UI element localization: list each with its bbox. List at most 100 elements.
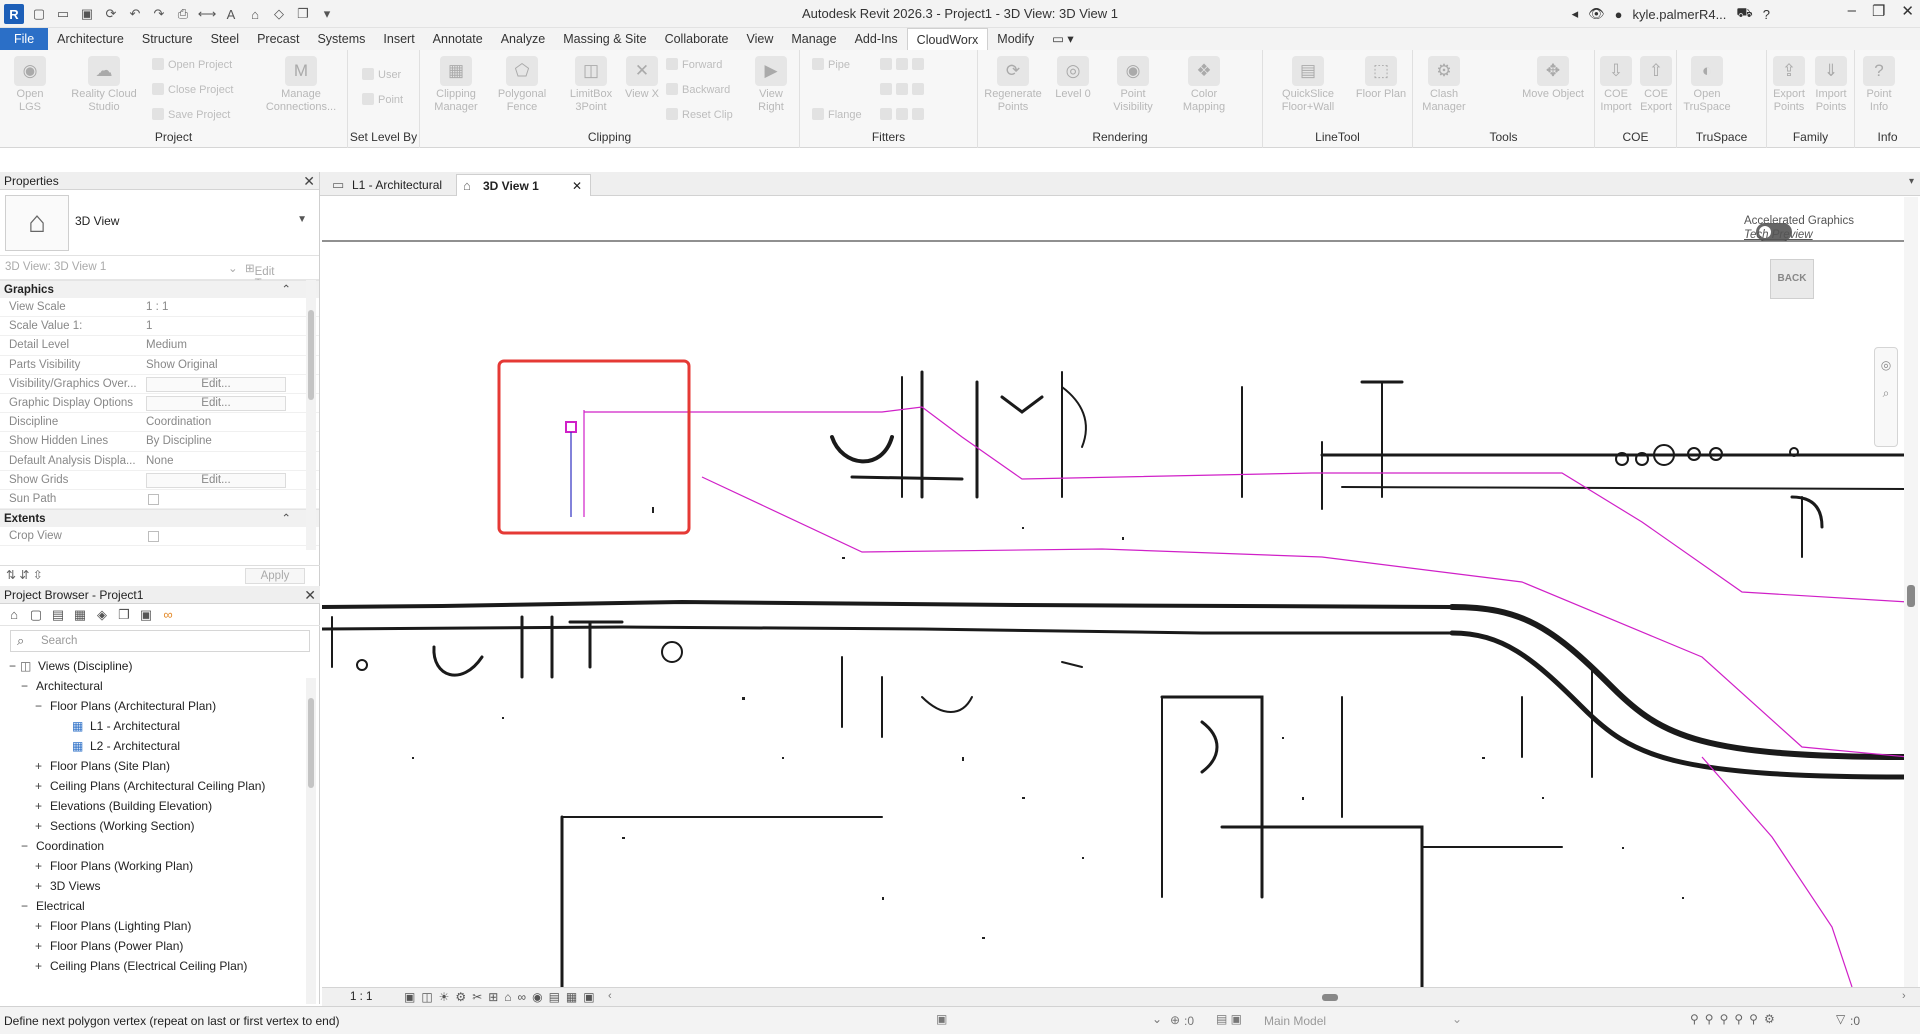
clash-manager-button[interactable]: ⚙ Clash Manager: [1417, 56, 1471, 114]
group-graphics[interactable]: Graphics ⌃: [0, 280, 319, 298]
ribbon-tab-manage[interactable]: Manage: [782, 28, 845, 50]
regenerate-points-button[interactable]: ⟳ Regenerate Points: [978, 56, 1048, 114]
reset-clip-button[interactable]: Reset Clip: [666, 108, 733, 121]
collapse-icon[interactable]: −: [35, 696, 45, 716]
minimize-icon[interactable]: –: [1848, 2, 1856, 20]
edit-button[interactable]: Edit...: [146, 395, 286, 411]
ribbon-tab-annotate[interactable]: Annotate: [424, 28, 492, 50]
browser-tree-item[interactable]: − ◫ Views (Discipline): [0, 656, 320, 676]
links-icon[interactable]: ▣: [138, 607, 154, 623]
browser-tree-item[interactable]: − Floor Plans (Architectural Plan): [0, 696, 320, 716]
backward-button[interactable]: Backward: [666, 83, 730, 96]
browser-tree-item[interactable]: + Elevations (Building Elevation): [0, 796, 320, 816]
expand-icon[interactable]: +: [35, 916, 45, 936]
ribbon-tab-view[interactable]: View: [738, 28, 783, 50]
tab-overflow-icon[interactable]: ▾: [1909, 176, 1914, 187]
expand-icon[interactable]: +: [35, 936, 45, 956]
sun-path-checkbox[interactable]: [148, 493, 159, 505]
design-options-icon[interactable]: ▤ ▣: [1216, 1012, 1242, 1026]
export-points-button[interactable]: ⇪ Export Points: [1769, 56, 1809, 114]
limitbox-button[interactable]: ◫ LimitBox 3Point: [558, 56, 624, 114]
expand-icon[interactable]: +: [35, 956, 45, 976]
sheets-icon[interactable]: ▤: [50, 607, 66, 623]
families-icon[interactable]: ◈: [94, 607, 110, 623]
edit-button[interactable]: Edit...: [146, 472, 286, 488]
close-icon[interactable]: ✕: [1901, 2, 1914, 20]
close-project-button[interactable]: Close Project: [152, 83, 233, 96]
browser-close-icon[interactable]: ✕: [304, 586, 316, 604]
scroll-left-icon[interactable]: ‹: [608, 990, 612, 1002]
steering-wheel-icon[interactable]: ◎: [1875, 358, 1897, 372]
filter-icon[interactable]: ▽: [1836, 1012, 1845, 1026]
expand-icon[interactable]: +: [35, 756, 45, 776]
color-mapping-button[interactable]: ❖ Color Mapping: [1176, 56, 1232, 114]
view-right-button[interactable]: ▶ View Right: [748, 56, 794, 114]
browser-tree-item[interactable]: + Sections (Working Section): [0, 816, 320, 836]
property-value[interactable]: 1 : 1: [146, 301, 168, 313]
edit-type-button[interactable]: ⊞ Edit Type: [245, 261, 280, 290]
instance-filter[interactable]: 3D View: 3D View 1: [5, 261, 106, 273]
browser-tree-item[interactable]: + Floor Plans (Site Plan): [0, 756, 320, 776]
collapse-icon[interactable]: −: [21, 676, 31, 696]
contextual-tab-dropdown[interactable]: ▭ ▾: [1043, 28, 1083, 50]
fitter-tool-1[interactable]: [880, 58, 928, 71]
viewport-vertical-scrollbar[interactable]: [1904, 197, 1918, 987]
group-extents[interactable]: Extents ⌃: [0, 509, 319, 528]
collapse-icon[interactable]: −: [9, 656, 19, 676]
browser-tree-item[interactable]: − Electrical: [0, 896, 320, 916]
tab-close-icon[interactable]: ✕: [572, 175, 582, 197]
horizontal-scroll-thumb[interactable]: [1322, 994, 1338, 1001]
user-level-button[interactable]: User: [362, 68, 401, 81]
level-0-button[interactable]: ◎ Level 0: [1048, 56, 1098, 101]
move-object-button[interactable]: ✥ Move Object: [1517, 56, 1589, 101]
point-info-button[interactable]: ? Point Info: [1861, 56, 1897, 114]
polygonal-fence-button[interactable]: ⬠ Polygonal Fence: [490, 56, 554, 114]
point-level-button[interactable]: Point: [362, 93, 403, 106]
browser-tree-item[interactable]: − Architectural: [0, 676, 320, 696]
browser-tree-item[interactable]: + Ceiling Plans (Architectural Ceiling Pl…: [0, 776, 320, 796]
help-icon[interactable]: ?: [1763, 7, 1770, 22]
home-icon[interactable]: ⌂: [6, 607, 22, 623]
property-value[interactable]: 1: [146, 320, 152, 332]
views-icon[interactable]: ▢: [28, 607, 44, 623]
sort-icons[interactable]: ⇅ ⇵ ⇳: [6, 568, 43, 582]
browser-tree-item[interactable]: − Coordination: [0, 836, 320, 856]
binoculars-icon[interactable]: 👁: [1588, 6, 1605, 22]
property-value[interactable]: None: [146, 455, 174, 467]
zoom-icon[interactable]: ⌕: [1875, 386, 1897, 401]
navigation-bar[interactable]: ◎ ⌕: [1874, 347, 1898, 447]
forward-button[interactable]: Forward: [666, 58, 722, 71]
quickslice-button[interactable]: ▤ QuickSlice Floor+Wall: [1269, 56, 1347, 114]
collapse-icon[interactable]: ⌃: [281, 281, 291, 299]
workset-icon[interactable]: ⊕: [1170, 1013, 1180, 1027]
scroll-right-icon[interactable]: ›: [1902, 990, 1906, 1002]
clipping-manager-button[interactable]: ▦ Clipping Manager: [424, 56, 488, 114]
browser-tree-item[interactable]: + Floor Plans (Power Plan): [0, 936, 320, 956]
browser-tree-item[interactable]: + Floor Plans (Working Plan): [0, 856, 320, 876]
fitter-tool-2[interactable]: [880, 83, 928, 96]
property-value[interactable]: Medium: [146, 339, 187, 351]
schedules-icon[interactable]: ▦: [72, 607, 88, 623]
edit-button[interactable]: Edit...: [146, 376, 286, 392]
collapse-icon[interactable]: −: [21, 896, 31, 916]
open-truspace-button[interactable]: ◐ Open TruSpace: [1681, 56, 1733, 114]
browser-tree-item[interactable]: + Floor Plans (Lighting Plan): [0, 916, 320, 936]
ribbon-tab-collaborate[interactable]: Collaborate: [656, 28, 738, 50]
properties-scrollbar[interactable]: [306, 280, 316, 550]
ribbon-tab-file[interactable]: File: [0, 28, 49, 50]
property-value[interactable]: Show Original: [146, 359, 218, 371]
expand-icon[interactable]: +: [35, 796, 45, 816]
collapse-icon[interactable]: ⌃: [281, 510, 291, 528]
tech-preview-link[interactable]: Tech Preview: [1744, 229, 1813, 241]
restore-icon[interactable]: ❐: [1872, 2, 1885, 20]
ribbon-tab-modify[interactable]: Modify: [988, 28, 1043, 50]
view-tab-l1-architectural[interactable]: ▭ L1 - Architectural: [326, 174, 456, 196]
ribbon-tab-add-ins[interactable]: Add-Ins: [846, 28, 907, 50]
cart-icon[interactable]: ⛟: [1736, 5, 1752, 23]
view-tab-3d-view-1[interactable]: ⌂ 3D View 1 ✕: [456, 174, 591, 196]
ribbon-tab-architecture[interactable]: Architecture: [48, 28, 133, 50]
open-project-button[interactable]: Open Project: [152, 58, 232, 71]
properties-close-icon[interactable]: ✕: [303, 172, 315, 190]
floor-plan-button[interactable]: ⬚ Floor Plan: [1353, 56, 1409, 101]
ribbon-tab-insert[interactable]: Insert: [374, 28, 423, 50]
